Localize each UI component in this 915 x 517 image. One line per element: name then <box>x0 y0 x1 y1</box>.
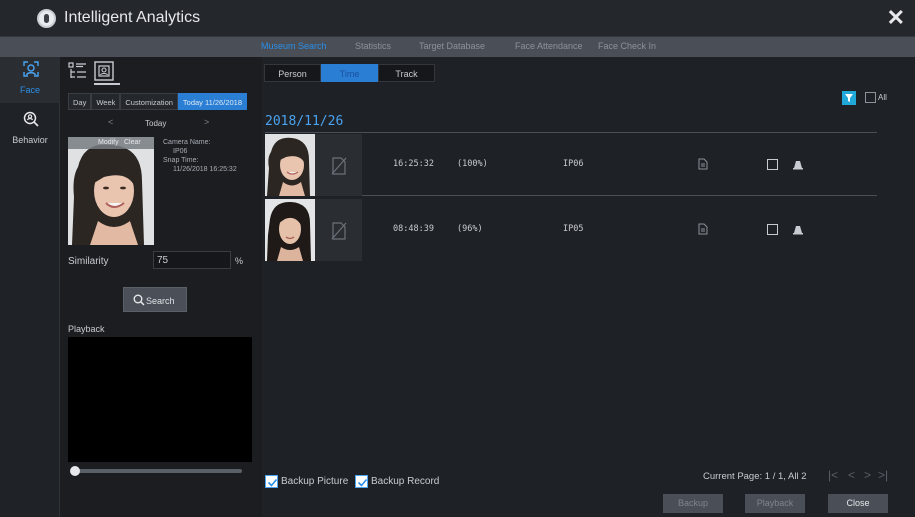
similarity-input[interactable]: 75 <box>153 251 231 269</box>
nav-target-database[interactable]: Target Database <box>419 41 485 51</box>
active-mode-underline <box>94 83 120 85</box>
date-divider <box>265 132 877 133</box>
playback-video[interactable] <box>68 337 252 462</box>
next-page-button[interactable]: > <box>864 468 871 482</box>
similarity-label: Similarity <box>68 256 109 267</box>
backup-picture-checkbox[interactable] <box>265 475 278 488</box>
result-row[interactable]: 08:48:39 (96%) IP05 <box>262 199 877 261</box>
backup-picture-label: Backup Picture <box>281 476 349 487</box>
day-range-tabs: Day Week Customization Today 11/26/2018 <box>68 93 247 110</box>
results-date-header: 2018/11/26 <box>265 114 344 129</box>
first-page-button[interactable]: |< <box>828 468 838 482</box>
details-icon[interactable] <box>698 158 708 170</box>
backup-record-label: Backup Record <box>371 476 440 487</box>
result-face-thumbnail[interactable] <box>265 134 315 196</box>
camera-name-label: Camera Name: <box>163 139 211 146</box>
checkmark-icon <box>267 478 278 487</box>
camera-info: Camera Name: IP06 Snap Time: 11/26/2018 … <box>163 138 263 174</box>
title-bar: Intelligent Analytics ✕ <box>0 0 915 37</box>
last-page-button[interactable]: >| <box>878 468 888 482</box>
result-similarity: (96%) <box>457 224 483 234</box>
face-mode-icon[interactable] <box>94 61 114 81</box>
select-all-checkbox[interactable] <box>865 92 876 103</box>
tab-today[interactable]: Today 11/26/2018 <box>177 93 247 110</box>
nav-face-attendance[interactable]: Face Attendance <box>515 41 583 51</box>
sidebar: Face Behavior <box>0 57 60 517</box>
sidebar-item-face[interactable]: Face <box>0 57 60 103</box>
filter-icon <box>845 94 853 102</box>
search-panel: Day Week Customization Today 11/26/2018 … <box>60 57 262 517</box>
tab-time[interactable]: Time <box>321 64 378 82</box>
sidebar-item-label: Face <box>19 85 40 95</box>
row-divider <box>362 195 877 196</box>
app-logo-icon <box>37 9 56 28</box>
tab-customization[interactable]: Customization <box>120 93 178 110</box>
next-day-button[interactable]: > <box>204 117 209 127</box>
no-image-icon <box>331 157 347 175</box>
result-camera: IP05 <box>563 224 584 234</box>
camera-name-value: IP06 <box>173 148 188 155</box>
snap-time-value: 11/26/2018 16:25:32 <box>173 166 237 173</box>
date-navigator: < Today > <box>68 117 262 131</box>
no-image-icon <box>331 222 347 240</box>
result-camera: IP06 <box>563 159 584 169</box>
sidebar-item-behavior[interactable]: Behavior <box>0 107 60 153</box>
similarity-unit: % <box>235 256 244 266</box>
result-similarity: (100%) <box>457 159 488 169</box>
playback-button[interactable]: Playback <box>745 494 805 513</box>
backup-button[interactable]: Backup <box>663 494 723 513</box>
search-icon <box>133 294 145 306</box>
backup-icon[interactable] <box>792 223 804 235</box>
backup-icon[interactable] <box>792 158 804 170</box>
view-tabs: Person Time Track <box>264 64 435 82</box>
top-nav: Museum Search Statistics Target Database… <box>0 37 915 57</box>
result-time: 08:48:39 <box>393 224 434 234</box>
pagination: |< < > >| <box>828 468 892 484</box>
playback-handle[interactable] <box>70 466 80 476</box>
filter-button[interactable] <box>842 91 856 105</box>
results-panel: Person Time Track All 2018/11/26 16:25:3… <box>262 57 915 517</box>
tab-day[interactable]: Day <box>68 93 92 110</box>
result-row[interactable]: 16:25:32 (100%) IP06 <box>262 134 877 196</box>
result-checkbox[interactable] <box>767 159 778 170</box>
current-date-label: Today <box>145 119 167 128</box>
face-icon <box>23 61 39 77</box>
face-portrait-image <box>68 137 154 245</box>
behavior-icon <box>23 111 39 127</box>
close-window-button[interactable]: ✕ <box>887 6 905 30</box>
tab-person[interactable]: Person <box>264 64 321 82</box>
list-mode-icon[interactable] <box>68 61 88 81</box>
sidebar-item-label: Behavior <box>12 135 48 145</box>
details-icon[interactable] <box>698 223 708 235</box>
tab-week[interactable]: Week <box>91 93 121 110</box>
prev-page-button[interactable]: < <box>848 468 855 482</box>
face-card-toolbar: Modify Clear <box>68 137 154 149</box>
nav-museum-search[interactable]: Museum Search <box>261 41 327 51</box>
nav-statistics[interactable]: Statistics <box>355 41 391 51</box>
result-time: 16:25:32 <box>393 159 434 169</box>
page-info: Current Page: 1 / 1, All 2 <box>703 471 807 482</box>
face-thumbnail-image <box>265 199 315 261</box>
modify-button[interactable]: Modify <box>98 139 119 146</box>
result-checkbox[interactable] <box>767 224 778 235</box>
playback-timeline[interactable] <box>72 469 242 473</box>
clear-button[interactable]: Clear <box>124 139 141 146</box>
result-face-thumbnail[interactable] <box>265 199 315 261</box>
backup-record-checkbox[interactable] <box>355 475 368 488</box>
checkmark-icon <box>357 478 368 487</box>
face-thumbnail-image <box>265 134 315 196</box>
playback-label: Playback <box>68 324 105 334</box>
search-button[interactable]: Search <box>123 287 187 312</box>
selected-face-card: Modify Clear <box>68 137 154 245</box>
close-button[interactable]: Close <box>828 494 888 513</box>
tab-track[interactable]: Track <box>378 64 435 82</box>
nav-face-check-in[interactable]: Face Check In <box>598 41 656 51</box>
window-title: Intelligent Analytics <box>64 9 201 26</box>
select-all-label: All <box>878 93 887 102</box>
prev-day-button[interactable]: < <box>108 117 113 127</box>
search-button-label: Search <box>146 296 175 306</box>
snap-time-label: Snap Time: <box>163 157 199 164</box>
